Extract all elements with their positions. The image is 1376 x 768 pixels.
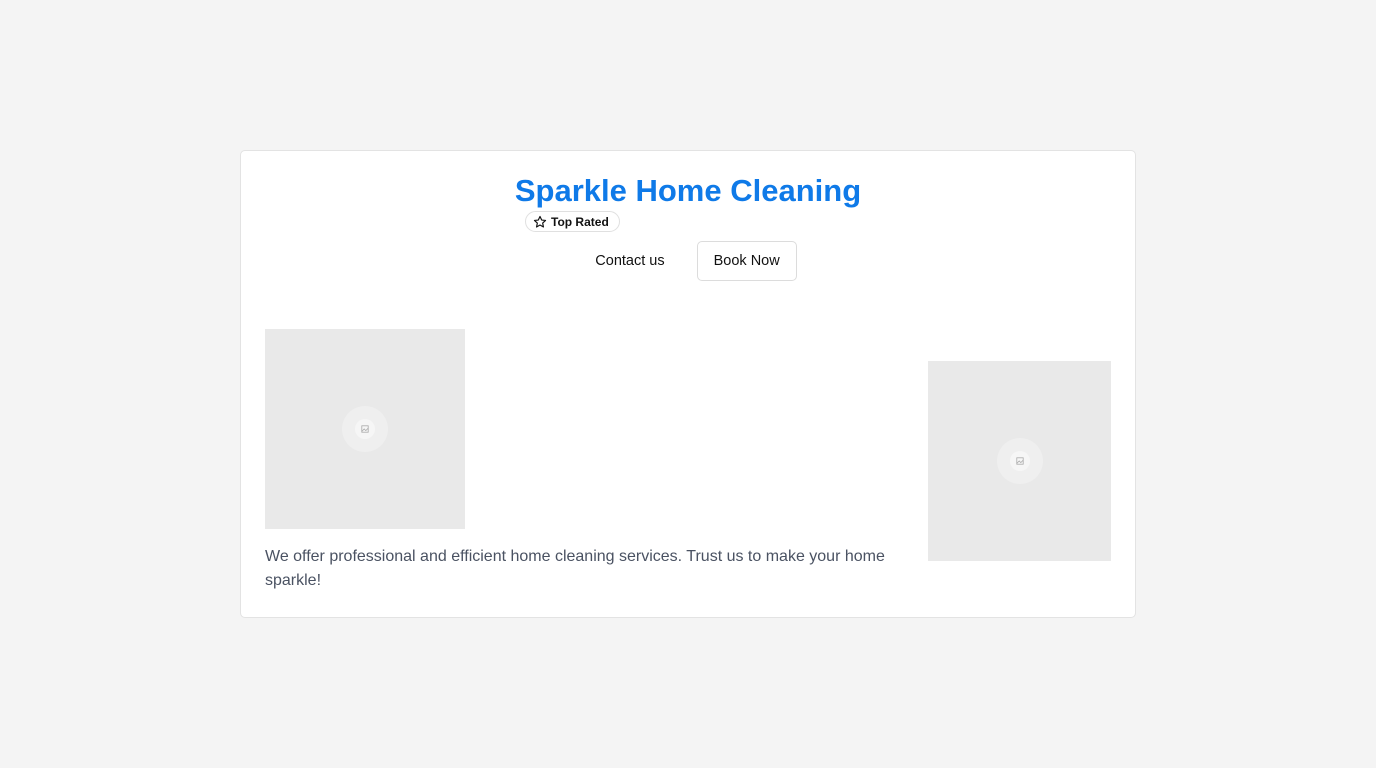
star-icon [533,215,547,229]
service-description: We offer professional and efficient home… [265,548,885,589]
top-rated-badge: Top Rated [525,211,620,232]
contact-us-link[interactable]: Contact us [579,243,680,279]
book-now-button[interactable]: Book Now [696,241,797,281]
action-bar: Contact us Book Now [241,241,1135,281]
image-placeholder-icon [996,438,1043,484]
service-image-right [928,361,1111,561]
badge-label: Top Rated [551,214,609,229]
page-title: Sparkle Home Cleaning [514,173,862,208]
image-placeholder-icon [342,406,388,452]
service-image-left [265,329,465,529]
service-card: Sparkle Home Cleaning Top Rated Contact … [240,150,1136,618]
